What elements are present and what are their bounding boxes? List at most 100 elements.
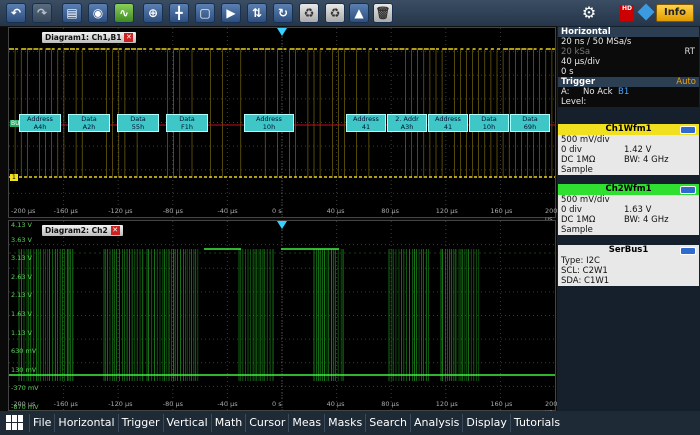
mask-test-icon[interactable]: ♻ bbox=[325, 3, 345, 23]
x-tick-label: 0 s bbox=[272, 400, 282, 408]
bus-frame[interactable]: Address 41 bbox=[346, 114, 386, 132]
hd-badge[interactable]: HD bbox=[620, 5, 634, 21]
x-tick-label: -200 µs bbox=[11, 207, 36, 215]
diagram1-plot[interactable]: Diagram1: Ch1,B1✕ BUS 1:I2C 1 AddressA4h… bbox=[8, 27, 557, 223]
serbus-scl: SCL: C2W1 bbox=[561, 266, 608, 276]
y-tick-label: 2.63 V bbox=[11, 272, 32, 281]
ch1-panel[interactable]: Ch1Wfm1 500 mV/div 0 div 1.42 V DC 1MΩ BW:… bbox=[558, 124, 699, 179]
diagram1-tab[interactable]: Diagram1: Ch1,B1 ✕ bbox=[42, 32, 137, 43]
ch1-header: Ch1Wfm1 bbox=[558, 124, 699, 135]
serbus-panel[interactable]: SerBus1 Type: I2C SCL: C2W1 SDA: C1W1 bbox=[558, 245, 699, 290]
marker-icon[interactable]: ▶ bbox=[221, 3, 241, 23]
ch1-position: 0 div 1.42 V bbox=[558, 145, 699, 155]
menu-item-search[interactable]: Search bbox=[365, 414, 410, 432]
ch2-minimize-icon[interactable] bbox=[680, 186, 696, 194]
bus-frame[interactable]: Data 10h bbox=[469, 114, 509, 132]
bus-frame-type: Data bbox=[81, 115, 97, 123]
bus-frame-selected[interactable]: Address 10h bbox=[244, 114, 294, 132]
serbus-header: SerBus1 bbox=[558, 245, 699, 256]
ch2-coupling: DC 1MΩ BW: 4 GHz bbox=[558, 215, 699, 225]
bus-frame-value: 10h bbox=[262, 123, 276, 131]
diagram2-tab-label: Diagram2: Ch2 bbox=[45, 226, 108, 235]
ch2-header: Ch2Wfm1 bbox=[558, 184, 699, 195]
zoom-icon[interactable]: ⊕ bbox=[143, 3, 163, 23]
ch1-minimize-icon[interactable] bbox=[680, 126, 696, 134]
mask-icon[interactable]: ♻ bbox=[299, 3, 319, 23]
y-tick-label: 2.13 V bbox=[11, 291, 32, 300]
menu-item-trigger[interactable]: Trigger bbox=[117, 414, 163, 432]
ch2-panel[interactable]: Ch2Wfm1 500 mV/div 0 div 1.63 V DC 1MΩ BW:… bbox=[558, 184, 699, 239]
bus-frame-value: 41 bbox=[361, 123, 371, 131]
x-tick-label: -40 µs bbox=[217, 400, 238, 408]
pulse-icon[interactable]: ⇅ bbox=[247, 3, 267, 23]
menu-item-cursor[interactable]: Cursor bbox=[245, 414, 288, 432]
trigger-condition: A: No Ack B1 bbox=[558, 87, 699, 97]
bus-frame-type: Data bbox=[179, 115, 195, 123]
bus-frame[interactable]: 2. Addr A3h bbox=[387, 114, 427, 132]
horizontal-panel[interactable]: Horizontal 20 ns / 50 MSa/s 20 kSa RT 40 … bbox=[558, 27, 699, 79]
ch1-mode: Sample bbox=[561, 165, 593, 175]
ch2-bandwidth: BW: 4 GHz bbox=[624, 215, 669, 225]
y-tick-label: 1.63 V bbox=[11, 310, 32, 318]
menu-items: File Horizontal Trigger Vertical Math Cursor M… bbox=[29, 414, 563, 432]
diamond-icon[interactable] bbox=[637, 3, 655, 21]
forward-icon[interactable]: ↷ bbox=[32, 3, 52, 23]
fft-icon[interactable]: ▢ bbox=[195, 3, 215, 23]
y-tick-label: 130 mV bbox=[11, 365, 37, 374]
close-icon[interactable]: ✕ bbox=[124, 33, 134, 42]
apps-grid-icon[interactable] bbox=[6, 415, 24, 431]
x-tick-label: 160 µs bbox=[490, 400, 513, 408]
bus-frame[interactable]: Data 69h bbox=[510, 114, 550, 132]
bus-frame[interactable]: Address A4h bbox=[19, 114, 61, 132]
bus-frame[interactable]: Data 55h bbox=[117, 114, 159, 132]
bus-frame[interactable]: Data A2h bbox=[68, 114, 110, 132]
menu-item-masks[interactable]: Masks bbox=[324, 414, 365, 432]
history-icon[interactable]: ↻ bbox=[273, 3, 293, 23]
bus-frame-type: Address bbox=[435, 115, 461, 123]
autoset-icon[interactable]: ∿ bbox=[114, 3, 134, 23]
diagram2-tab[interactable]: Diagram2: Ch2 ✕ bbox=[42, 225, 123, 236]
ch2-coupling-value: DC 1MΩ bbox=[561, 215, 596, 225]
menu-item-math[interactable]: Math bbox=[210, 414, 246, 432]
menu-item-vertical[interactable]: Vertical bbox=[162, 414, 211, 432]
gear-icon[interactable]: ⚙ bbox=[580, 4, 598, 22]
menu-item-meas[interactable]: Meas bbox=[288, 414, 324, 432]
trigger-bus: B1 bbox=[617, 87, 630, 97]
trigger-marker-icon bbox=[277, 28, 287, 36]
menu-item-display[interactable]: Display bbox=[462, 414, 510, 432]
serbus-minimize-icon[interactable] bbox=[680, 247, 696, 255]
open-folder-icon[interactable]: ▤ bbox=[62, 3, 82, 23]
serbus-body: Type: I2C SCL: C2W1 SDA: C1W1 bbox=[558, 256, 699, 286]
menu-item-analysis[interactable]: Analysis bbox=[410, 414, 462, 432]
back-icon[interactable]: ↶ bbox=[6, 3, 26, 23]
close-icon[interactable]: ✕ bbox=[110, 226, 120, 235]
bus-frame-type: Data bbox=[522, 115, 538, 123]
diagram2-plot[interactable]: Diagram2: Ch2 ✕ 4.13 V 3.63 V 3.13 V 2.63 V 2… bbox=[8, 220, 557, 416]
ch1-title: Ch1Wfm1 bbox=[605, 124, 652, 134]
trigger-condition-value: No Ack bbox=[583, 87, 613, 97]
trigger-panel[interactable]: Trigger Auto A: No Ack B1 Level: bbox=[558, 77, 699, 107]
info-button[interactable]: Info bbox=[656, 4, 694, 22]
ch1-coupling-value: DC 1MΩ bbox=[561, 155, 596, 165]
x-tick-label: -160 µs bbox=[53, 400, 78, 408]
delete-icon[interactable]: 🗑 bbox=[373, 3, 393, 23]
ch2-mode: Sample bbox=[561, 225, 593, 235]
x-tick-label: 160 µs bbox=[490, 207, 513, 215]
bus-frame-value: 55h bbox=[131, 123, 145, 131]
menu-item-horizontal[interactable]: Horizontal bbox=[54, 414, 117, 432]
ch1-marker[interactable]: 1 bbox=[10, 174, 18, 181]
x-tick-label: 0 s bbox=[272, 207, 282, 215]
cursor-icon[interactable]: ╋ bbox=[169, 3, 189, 23]
trigger-source: A: bbox=[561, 87, 570, 97]
network-icon[interactable]: ▲ bbox=[349, 3, 369, 23]
camera-icon[interactable]: ◉ bbox=[88, 3, 108, 23]
bus-frame[interactable]: Data F1h bbox=[166, 114, 208, 132]
bus-frame[interactable]: Address 41 bbox=[428, 114, 468, 132]
x-tick-label: -40 µs bbox=[217, 207, 238, 215]
bus-frame-type: Address bbox=[353, 115, 379, 123]
horizontal-position: 0 s bbox=[561, 67, 574, 77]
ch1-scale: 500 mV/div bbox=[561, 135, 610, 145]
menu-item-file[interactable]: File bbox=[29, 414, 54, 432]
menu-item-tutorials[interactable]: Tutorials bbox=[509, 414, 563, 432]
x-tick-label: -80 µs bbox=[162, 400, 184, 408]
